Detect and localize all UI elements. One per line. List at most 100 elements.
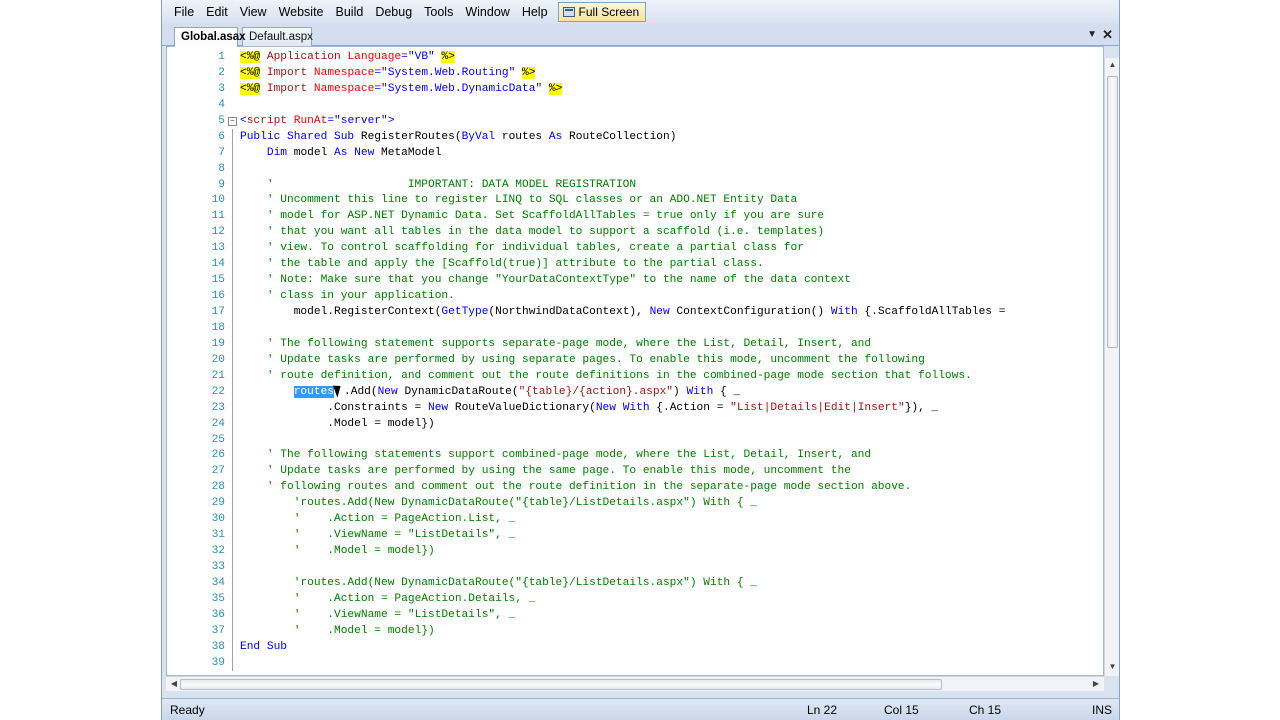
vertical-scroll-thumb[interactable] xyxy=(1107,76,1118,348)
fold-gutter: − xyxy=(227,113,237,129)
line-number: 36 xyxy=(211,608,225,621)
line-number: 22 xyxy=(211,385,225,398)
fold-gutter xyxy=(227,574,237,591)
left-backdrop xyxy=(0,0,161,720)
fold-gutter xyxy=(227,272,237,289)
horizontal-scroll-thumb[interactable] xyxy=(180,679,942,690)
fold-gutter xyxy=(227,176,237,193)
menu-build[interactable]: Build xyxy=(330,2,370,22)
code-line[interactable]: 1 <%@ Application Language="VB" %> xyxy=(167,49,1103,65)
code-text: ' .Model = model}) xyxy=(293,624,435,637)
menu-website[interactable]: Website xyxy=(273,2,330,22)
close-tab-icon[interactable]: ✕ xyxy=(1102,27,1113,43)
code-line[interactable]: 26 ' The following statements support co… xyxy=(167,447,1103,464)
line-number: 26 xyxy=(211,449,225,462)
code-line[interactable]: 4 xyxy=(167,97,1103,113)
menu-window[interactable]: Window xyxy=(459,2,515,22)
code-line[interactable]: 35 ' .Action = PageAction.Details, _ xyxy=(167,590,1103,607)
code-line[interactable]: 38 End Sub xyxy=(167,638,1103,655)
code-line[interactable]: 3 <%@ Import Namespace="System.Web.Dynami… xyxy=(167,81,1103,97)
line-number: 3 xyxy=(218,82,225,95)
line-number: 17 xyxy=(211,306,225,318)
line-number: 1 xyxy=(218,51,225,63)
code-line[interactable]: 11 ' model for ASP.NET Dynamic Data. Set… xyxy=(167,208,1103,225)
line-number: 35 xyxy=(211,592,225,605)
code-line[interactable]: 23 .Constraints = New RouteValueDictiona… xyxy=(167,399,1103,416)
fold-gutter xyxy=(227,527,237,544)
code-line[interactable]: 10 ' Uncomment this line to register LIN… xyxy=(167,192,1103,209)
collapse-icon[interactable]: − xyxy=(228,116,237,126)
code-line[interactable]: 21 ' route definition, and comment out t… xyxy=(167,367,1103,384)
code-line[interactable]: 12 ' that you want all tables in the dat… xyxy=(167,224,1103,241)
line-number: 4 xyxy=(218,98,225,111)
line-number: 32 xyxy=(211,545,225,558)
code-line[interactable]: 19 ' The following statement supports se… xyxy=(167,335,1103,352)
fold-gutter xyxy=(227,622,237,639)
code-line[interactable]: 34 'routes.Add(New DynamicDataRoute("{ta… xyxy=(167,574,1103,591)
code-line[interactable]: 30 ' .Action = PageAction.List, _ xyxy=(167,511,1103,528)
code-line[interactable]: 7 Dim model As New MetaModel xyxy=(167,144,1103,161)
code-line[interactable]: 6 Public Shared Sub RegisterRoutes(ByVal … xyxy=(167,128,1103,145)
code-line[interactable]: 37 ' .Model = model}) xyxy=(167,622,1103,639)
scroll-right-icon[interactable]: ▶ xyxy=(1090,678,1102,690)
code-line[interactable]: 31 ' .ViewName = "ListDetails", _ xyxy=(167,527,1103,544)
code-line[interactable]: 22 routes .Add(New DynamicDataRoute("{tab… xyxy=(167,383,1103,400)
code-line[interactable]: 29 'routes.Add(New DynamicDataRoute("{ta… xyxy=(167,495,1103,512)
fold-gutter xyxy=(227,128,237,145)
code-line[interactable]: 18 xyxy=(167,319,1103,336)
code-line[interactable]: 24 .Model = model}) xyxy=(167,415,1103,432)
line-number: 12 xyxy=(211,226,225,239)
code-line[interactable]: 20 ' Update tasks are performed by using… xyxy=(167,351,1103,368)
code-line[interactable]: 32 ' .Model = model}) xyxy=(167,543,1103,560)
fold-gutter xyxy=(227,256,237,273)
code-text: ' IMPORTANT: DATA MODEL REGISTRATION xyxy=(266,178,637,191)
menu-view[interactable]: View xyxy=(234,2,273,22)
code-line[interactable]: 9 ' IMPORTANT: DATA MODEL REGISTRATION xyxy=(167,176,1103,193)
line-number: 24 xyxy=(211,417,225,430)
code-line[interactable]: 15 ' Note: Make sure that you change "Yo… xyxy=(167,272,1103,289)
fold-gutter xyxy=(227,97,237,113)
code-editor[interactable]: 1 <%@ Application Language="VB" %> 2 <%@ Im… xyxy=(166,46,1104,676)
tab-global-asax[interactable]: Global.asax xyxy=(174,27,246,47)
fold-gutter xyxy=(227,192,237,209)
code-line[interactable]: 13 ' view. To control scaffolding for in… xyxy=(167,240,1103,257)
status-column: Col 15 xyxy=(884,703,919,717)
code-line[interactable]: 36 ' .ViewName = "ListDetails", _ xyxy=(167,606,1103,623)
code-line[interactable]: 8 xyxy=(167,160,1103,177)
line-number: 14 xyxy=(211,258,225,271)
code-line[interactable]: 16 ' class in your application. xyxy=(167,288,1103,305)
code-line[interactable]: 14 ' the table and apply the [Scaffold(t… xyxy=(167,256,1103,273)
menu-edit[interactable]: Edit xyxy=(200,2,234,22)
code-line[interactable]: 17 model.RegisterContext(GetType(Northwi… xyxy=(167,304,1103,320)
fold-gutter xyxy=(227,543,237,560)
code-line[interactable]: 33 xyxy=(167,559,1103,575)
code-text: <%@ Application Language="VB" %> xyxy=(240,51,455,63)
code-text: ' class in your application. xyxy=(266,290,455,303)
vertical-scrollbar[interactable]: ▲ ▼ xyxy=(1104,58,1119,676)
scroll-up-icon[interactable]: ▲ xyxy=(1107,60,1118,72)
code-line[interactable]: 27 ' Update tasks are performed by using… xyxy=(167,463,1103,480)
tab-list-dropdown-icon[interactable]: ▼ xyxy=(1087,29,1097,40)
code-text: ' Update tasks are performed by using se… xyxy=(266,353,925,366)
code-line[interactable]: 39 xyxy=(167,654,1103,671)
status-ready: Ready xyxy=(170,703,205,717)
code-line[interactable]: 5− <script RunAt="server"> xyxy=(167,113,1103,129)
code-line[interactable]: 25 xyxy=(167,431,1103,448)
code-line[interactable]: 28 ' following routes and comment out th… xyxy=(167,479,1103,496)
fold-gutter xyxy=(227,288,237,305)
menu-file[interactable]: File xyxy=(168,2,200,22)
document-tab-strip: Global.asax Default.aspx ▼ ✕ xyxy=(162,24,1119,47)
scroll-down-icon[interactable]: ▼ xyxy=(1107,662,1118,674)
code-line[interactable]: 2 <%@ Import Namespace="System.Web.Routin… xyxy=(167,65,1103,81)
menu-help[interactable]: Help xyxy=(516,2,554,22)
code-text: <%@ Import Namespace="System.Web.Dynamic… xyxy=(240,82,563,95)
tab-default-aspx[interactable]: Default.aspx xyxy=(242,27,313,46)
status-bar: Ready Ln 22 Col 15 Ch 15 INS xyxy=(162,698,1119,720)
horizontal-scrollbar[interactable]: ◀ ▶ xyxy=(166,676,1104,691)
full-screen-button[interactable]: Full Screen xyxy=(557,2,647,22)
menu-tools[interactable]: Tools xyxy=(418,2,459,22)
code-text: 'routes.Add(New DynamicDataRoute("{table… xyxy=(293,497,757,510)
scroll-left-icon[interactable]: ◀ xyxy=(168,678,180,690)
menu-debug[interactable]: Debug xyxy=(369,2,418,22)
line-number: 23 xyxy=(211,401,225,414)
